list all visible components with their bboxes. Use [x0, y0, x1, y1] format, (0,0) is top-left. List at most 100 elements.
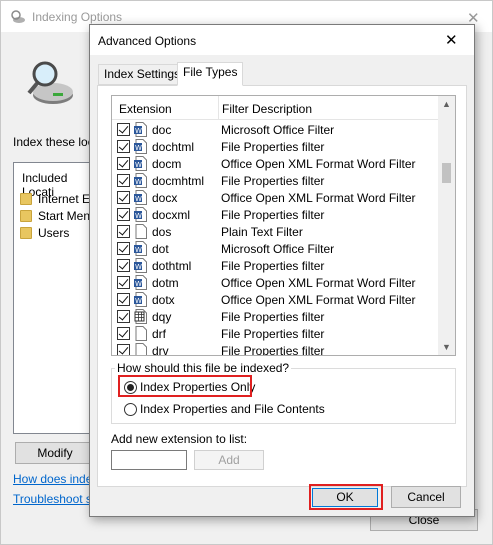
svg-text:W: W	[135, 297, 142, 305]
file-type-row[interactable]: Wdothtml File Properties filter	[112, 257, 438, 274]
row-extension: dothtml	[152, 259, 192, 273]
row-filter-description: Office Open XML Format Word Filter	[221, 191, 416, 205]
row-extension: dot	[152, 242, 169, 256]
row-filter-description: File Properties filter	[221, 310, 325, 324]
dialog-close-icon[interactable]: ✕	[445, 31, 458, 49]
row-filter-description: File Properties filter	[221, 174, 325, 188]
add-extension-button[interactable]: Add	[194, 450, 264, 470]
location-item[interactable]: Internet Ex	[20, 191, 96, 207]
row-checkbox[interactable]	[117, 140, 130, 153]
location-item[interactable]: Users	[20, 225, 69, 241]
extension-column-header[interactable]: Extension	[119, 102, 172, 116]
file-type-row[interactable]: dqy File Properties filter	[112, 308, 438, 325]
folder-icon	[20, 227, 32, 239]
row-checkbox[interactable]	[117, 259, 130, 272]
cancel-button[interactable]: Cancel	[391, 486, 461, 508]
row-extension: docmhtml	[152, 174, 205, 188]
row-checkbox[interactable]	[117, 157, 130, 170]
row-extension: drf	[152, 327, 167, 341]
folder-icon	[20, 193, 32, 205]
row-extension: dotm	[152, 276, 179, 290]
row-extension: docxml	[152, 208, 191, 222]
filter-column-header[interactable]: Filter Description	[222, 102, 312, 116]
word-doc-icon: W	[134, 207, 147, 222]
row-extension: doc	[152, 123, 172, 137]
word-doc-icon: W	[134, 122, 147, 137]
file-type-row[interactable]: Wdocm Office Open XML Format Word Filter	[112, 155, 438, 172]
row-checkbox[interactable]	[117, 225, 130, 238]
file-type-row[interactable]: Wdotx Office Open XML Format Word Filter	[112, 291, 438, 308]
row-filter-description: Plain Text Filter	[221, 225, 303, 239]
modify-button[interactable]: Modify	[15, 442, 95, 464]
svg-text:W: W	[135, 178, 142, 186]
row-checkbox[interactable]	[117, 242, 130, 255]
add-extension-input[interactable]	[111, 450, 187, 470]
row-checkbox[interactable]	[117, 293, 130, 306]
red-highlight-box	[118, 375, 252, 397]
row-checkbox[interactable]	[117, 310, 130, 323]
svg-text:W: W	[135, 263, 142, 271]
file-types-list[interactable]: Extension Filter Description Wdoc Microso…	[111, 95, 456, 356]
radio-unselected-icon[interactable]	[124, 402, 137, 416]
svg-text:W: W	[135, 195, 142, 203]
row-filter-description: Office Open XML Format Word Filter	[221, 157, 416, 171]
file-types-panel: Extension Filter Description Wdoc Microso…	[97, 85, 467, 487]
row-checkbox[interactable]	[117, 344, 130, 355]
row-filter-description: Microsoft Office Filter	[221, 123, 335, 137]
query-file-icon	[134, 309, 147, 324]
file-type-row[interactable]: Wdocmhtml File Properties filter	[112, 172, 438, 189]
row-extension: docm	[152, 157, 182, 171]
row-filter-description: Microsoft Office Filter	[221, 242, 335, 256]
scroll-thumb[interactable]	[442, 163, 451, 183]
dialog-titlebar: Advanced Options ✕	[90, 25, 474, 55]
file-type-row[interactable]: Wdochtml File Properties filter	[112, 138, 438, 155]
word-doc-icon: W	[134, 241, 147, 256]
file-type-row[interactable]: Wdotm Office Open XML Format Word Filter	[112, 274, 438, 291]
radio-properties-and-contents[interactable]: Index Properties and File Contents	[124, 400, 325, 418]
file-type-row[interactable]: Wdoc Microsoft Office Filter	[112, 121, 438, 138]
svg-text:W: W	[135, 127, 142, 135]
file-type-row[interactable]: dos Plain Text Filter	[112, 223, 438, 240]
svg-text:W: W	[135, 280, 142, 288]
index-method-label: How should this file be indexed?	[115, 361, 292, 375]
row-checkbox[interactable]	[117, 174, 130, 187]
scroll-down-arrow-icon[interactable]: ▼	[442, 342, 451, 352]
tab-file-types[interactable]: File Types	[177, 62, 244, 86]
troubleshoot-link[interactable]: Troubleshoot se	[13, 492, 99, 506]
row-extension: drv	[152, 344, 169, 356]
file-type-row[interactable]: Wdot Microsoft Office Filter	[112, 240, 438, 257]
row-extension: dqy	[152, 310, 172, 324]
row-checkbox[interactable]	[117, 191, 130, 204]
folder-icon	[20, 210, 32, 222]
ok-button[interactable]: OK	[312, 488, 378, 507]
file-type-row[interactable]: drf File Properties filter	[112, 325, 438, 342]
dialog-title: Advanced Options	[98, 34, 197, 48]
blank-file-icon	[135, 326, 147, 341]
location-item[interactable]: Start Menu	[20, 208, 97, 224]
row-checkbox[interactable]	[117, 276, 130, 289]
word-doc-icon: W	[134, 190, 147, 205]
word-doc-icon: W	[134, 156, 147, 171]
list-header: Extension Filter Description	[112, 96, 438, 120]
column-divider[interactable]	[218, 96, 219, 120]
file-type-row[interactable]: Wdocx Office Open XML Format Word Filter	[112, 189, 438, 206]
word-doc-icon: W	[134, 173, 147, 188]
svg-text:W: W	[135, 161, 142, 169]
scroll-up-arrow-icon[interactable]: ▲	[442, 99, 451, 109]
row-checkbox[interactable]	[117, 208, 130, 221]
row-filter-description: File Properties filter	[221, 259, 325, 273]
file-type-row[interactable]: drv File Properties filter	[112, 342, 438, 356]
file-type-row[interactable]: Wdocxml File Properties filter	[112, 206, 438, 223]
row-checkbox[interactable]	[117, 123, 130, 136]
row-checkbox[interactable]	[117, 327, 130, 340]
tab-index-settings[interactable]: Index Settings	[98, 64, 187, 85]
how-does-indexing-link[interactable]: How does index	[13, 472, 98, 486]
svg-text:W: W	[135, 212, 142, 220]
blank-file-icon	[135, 343, 147, 355]
row-extension: dos	[152, 225, 172, 239]
magnifier-drive-icon	[27, 61, 73, 104]
row-filter-description: File Properties filter	[221, 344, 325, 356]
list-vertical-scrollbar[interactable]: ▲ ▼	[438, 96, 455, 355]
indexing-icon	[11, 10, 25, 23]
row-filter-description: File Properties filter	[221, 140, 325, 154]
